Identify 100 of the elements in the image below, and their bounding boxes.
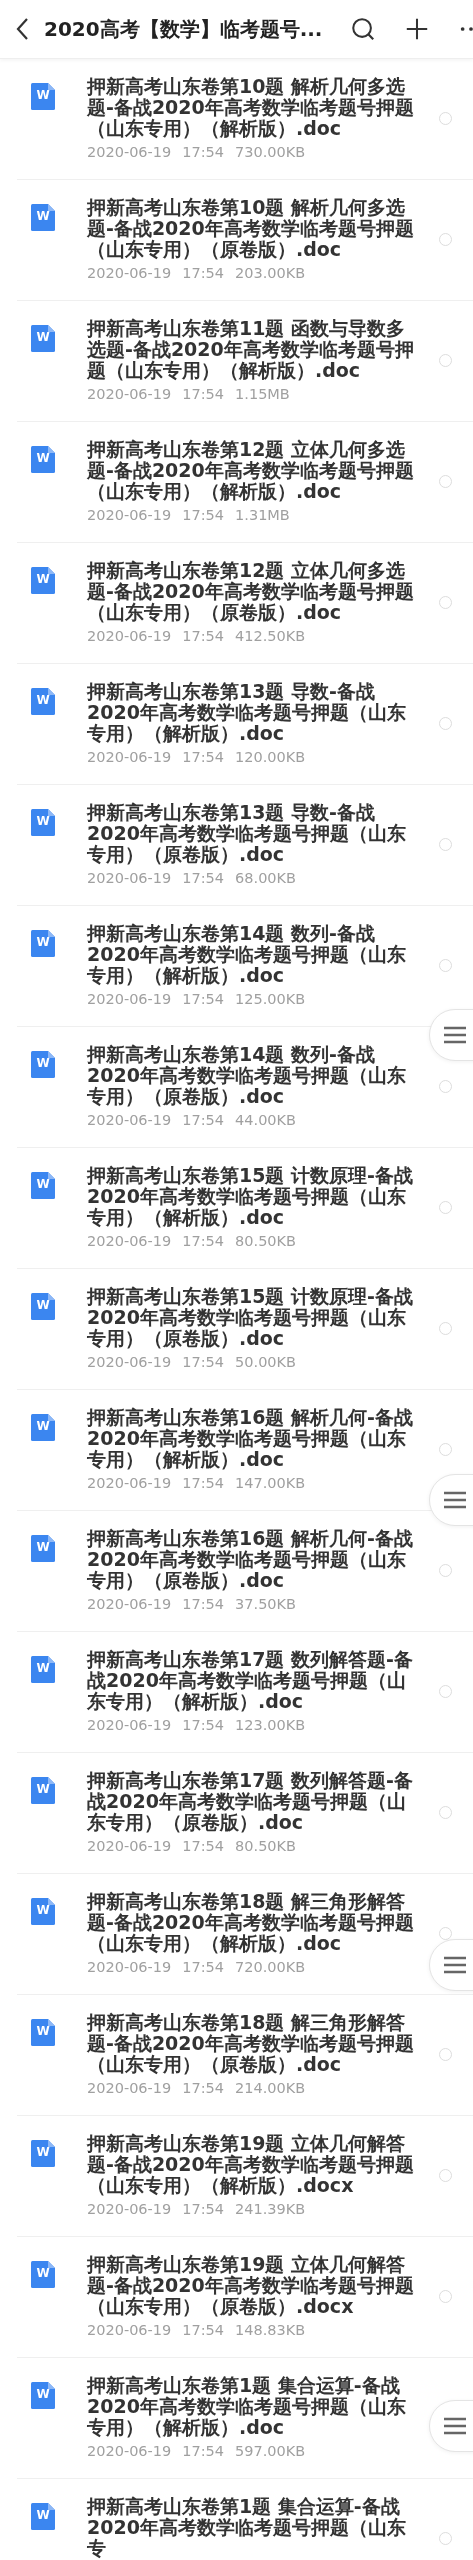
word-file-icon: W (31, 688, 55, 715)
file-time: 17:54 (182, 506, 225, 525)
file-name: 押新高考山东卷第15题 计数原理-备战2020年高考数学临考题号押题（山东专用）（原卷版）.doc (87, 1286, 414, 1349)
file-size: 1.15MB (235, 385, 290, 404)
file-row[interactable]: W 押新高考山东卷第17题 数列解答题-备战2020年高考数学临考题号押题（山东专用）（解析版）.doc 2020-06-19 17:54 123.00KB (17, 1632, 473, 1753)
menu-icon (444, 1491, 466, 1509)
file-row[interactable]: W 押新高考山东卷第13题 导数-备战2020年高考数学临考题号押题（山东专用）（解析版）.doc 2020-06-19 17:54 120.00KB (17, 664, 473, 785)
file-size: 148.83KB (235, 2321, 306, 2340)
file-size: 80.50KB (235, 1232, 297, 1251)
file-row[interactable]: W 押新高考山东卷第19题 立体几何解答题-备战2020年高考数学临考题号押题（山东专用）（原卷版）.docx 2020-06-19 17:54 148.83KB (17, 2237, 473, 2358)
file-time: 17:54 (182, 627, 225, 646)
word-file-icon: W (31, 1898, 55, 1925)
file-time: 17:54 (182, 1232, 225, 1251)
word-file-icon: W (31, 1535, 55, 1562)
file-size: 44.00KB (235, 1111, 297, 1130)
menu-button[interactable] (429, 1939, 473, 1991)
file-row[interactable]: W 押新高考山东卷第15题 计数原理-备战2020年高考数学临考题号押题（山东专用）（解析版）.doc 2020-06-19 17:54 80.50KB (17, 1148, 473, 1269)
file-name: 押新高考山东卷第18题 解三角形解答题-备战2020年高考数学临考题号押题（山东专用）（解析版）.doc (87, 1891, 415, 1954)
file-size: 214.00KB (235, 2079, 306, 2098)
file-name: 押新高考山东卷第13题 导数-备战2020年高考数学临考题号押题（山东专用）（解析版）.doc (87, 681, 407, 744)
file-row[interactable]: W 押新高考山东卷第10题 解析几何多选题-备战2020年高考数学临考题号押题（山东专用）（原卷版）.doc 2020-06-19 17:54 203.00KB (17, 180, 473, 301)
file-time: 17:54 (182, 1474, 225, 1493)
file-time: 17:54 (182, 1837, 225, 1856)
search-icon[interactable] (350, 16, 377, 42)
file-name: 押新高考山东卷第15题 计数原理-备战2020年高考数学临考题号押题（山东专用）（解析版）.doc (87, 1165, 414, 1228)
file-size: 720.00KB (235, 1958, 306, 1977)
file-date: 2020-06-19 (87, 506, 172, 525)
file-row[interactable]: W 押新高考山东卷第13题 导数-备战2020年高考数学临考题号押题（山东专用）（原卷版）.doc 2020-06-19 17:54 68.00KB (17, 785, 473, 906)
file-size: 203.00KB (235, 264, 306, 283)
file-size: 412.50KB (235, 627, 306, 646)
file-time: 17:54 (182, 1595, 225, 1614)
file-date: 2020-06-19 (87, 748, 172, 767)
word-file-icon: W (31, 1414, 55, 1441)
file-time: 17:54 (182, 1958, 225, 1977)
file-date: 2020-06-19 (87, 627, 172, 646)
file-time: 17:54 (182, 2321, 225, 2340)
file-name: 押新高考山东卷第1题 集合运算-备战2020年高考数学临考题号押题（山东专 (87, 2496, 407, 2559)
menu-icon (444, 1956, 466, 1974)
menu-button[interactable] (429, 1009, 473, 1061)
menu-button[interactable] (429, 1474, 473, 1526)
word-file-icon: W (31, 2382, 55, 2409)
file-time: 17:54 (182, 143, 225, 162)
file-size: 123.00KB (235, 1716, 306, 1735)
file-row[interactable]: W 押新高考山东卷第1题 集合运算-备战2020年高考数学临考题号押题（山东专 (17, 2479, 473, 2560)
file-date: 2020-06-19 (87, 1716, 172, 1735)
file-name: 押新高考山东卷第11题 函数与导数多选题-备战2020年高考数学临考题号押题（山东专用）（解析版）.doc (87, 318, 415, 381)
file-date: 2020-06-19 (87, 1232, 172, 1251)
file-time: 17:54 (182, 2442, 225, 2461)
file-date: 2020-06-19 (87, 2200, 172, 2219)
word-file-icon: W (31, 1777, 55, 1804)
file-date: 2020-06-19 (87, 869, 172, 888)
word-file-icon: W (31, 2503, 55, 2530)
file-name: 押新高考山东卷第10题 解析几何多选题-备战2020年高考数学临考题号押题（山东专用）（解析版）.doc (87, 76, 415, 139)
file-time: 17:54 (182, 869, 225, 888)
file-size: 68.00KB (235, 869, 297, 888)
word-file-icon: W (31, 1656, 55, 1683)
file-date: 2020-06-19 (87, 2079, 172, 2098)
file-date: 2020-06-19 (87, 264, 172, 283)
word-file-icon: W (31, 204, 55, 231)
file-time: 17:54 (182, 2200, 225, 2219)
file-date: 2020-06-19 (87, 1837, 172, 1856)
file-size: 80.50KB (235, 1837, 297, 1856)
page-title: 2020高考【数学】临考题号... (44, 15, 323, 43)
word-file-icon: W (31, 1051, 55, 1078)
file-size: 147.00KB (235, 1474, 306, 1493)
file-size: 730.00KB (235, 143, 306, 162)
file-time: 17:54 (182, 1111, 225, 1130)
file-name: 押新高考山东卷第14题 数列-备战2020年高考数学临考题号押题（山东专用）（原卷版）.doc (87, 1044, 407, 1107)
file-name: 押新高考山东卷第19题 立体几何解答题-备战2020年高考数学临考题号押题（山东专用）（解析版）.docx (87, 2133, 415, 2196)
word-file-icon: W (31, 446, 55, 473)
file-name: 押新高考山东卷第13题 导数-备战2020年高考数学临考题号押题（山东专用）（原卷版）.doc (87, 802, 407, 865)
file-size: 37.50KB (235, 1595, 297, 1614)
file-date: 2020-06-19 (87, 2442, 172, 2461)
file-time: 17:54 (182, 1353, 225, 1372)
file-date: 2020-06-19 (87, 1958, 172, 1977)
file-row[interactable]: W 押新高考山东卷第12题 立体几何多选题-备战2020年高考数学临考题号押题（山东专用）（解析版）.doc 2020-06-19 17:54 1.31MB (17, 422, 473, 543)
file-row[interactable]: W 押新高考山东卷第10题 解析几何多选题-备战2020年高考数学临考题号押题（山东专用）（解析版）.doc 2020-06-19 17:54 730.00KB (17, 59, 473, 180)
file-name: 押新高考山东卷第19题 立体几何解答题-备战2020年高考数学临考题号押题（山东专用）（原卷版）.docx (87, 2254, 415, 2317)
word-file-icon: W (31, 2019, 55, 2046)
file-size: 241.39KB (235, 2200, 306, 2219)
file-row[interactable]: W 押新高考山东卷第12题 立体几何多选题-备战2020年高考数学临考题号押题（山东专用）（原卷版）.doc 2020-06-19 17:54 412.50KB (17, 543, 473, 664)
file-row[interactable]: W 押新高考山东卷第17题 数列解答题-备战2020年高考数学临考题号押题（山东专用）（原卷版）.doc 2020-06-19 17:54 80.50KB (17, 1753, 473, 1874)
file-date: 2020-06-19 (87, 990, 172, 1009)
file-time: 17:54 (182, 2079, 225, 2098)
menu-button[interactable] (429, 2400, 473, 2452)
file-date: 2020-06-19 (87, 143, 172, 162)
file-date: 2020-06-19 (87, 2321, 172, 2340)
file-size: 1.31MB (235, 506, 290, 525)
file-row[interactable]: W 押新高考山东卷第15题 计数原理-备战2020年高考数学临考题号押题（山东专用）（原卷版）.doc 2020-06-19 17:54 50.00KB (17, 1269, 473, 1390)
file-name: 押新高考山东卷第10题 解析几何多选题-备战2020年高考数学临考题号押题（山东专用）（原卷版）.doc (87, 197, 415, 260)
file-row[interactable]: W 押新高考山东卷第19题 立体几何解答题-备战2020年高考数学临考题号押题（山东专用）（解析版）.docx 2020-06-19 17:54 241.39KB (17, 2116, 473, 2237)
menu-icon (444, 2417, 466, 2435)
file-name: 押新高考山东卷第17题 数列解答题-备战2020年高考数学临考题号押题（山东专用）（解析版）.doc (87, 1649, 414, 1712)
file-date: 2020-06-19 (87, 385, 172, 404)
file-time: 17:54 (182, 1716, 225, 1735)
file-row[interactable]: W 押新高考山东卷第11题 函数与导数多选题-备战2020年高考数学临考题号押题（山东专用）（解析版）.doc 2020-06-19 17:54 1.15MB (17, 301, 473, 422)
file-row[interactable]: W 押新高考山东卷第18题 解三角形解答题-备战2020年高考数学临考题号押题（山东专用）（原卷版）.doc 2020-06-19 17:54 214.00KB (17, 1995, 473, 2116)
file-size: 597.00KB (235, 2442, 306, 2461)
file-name: 押新高考山东卷第16题 解析几何-备战2020年高考数学临考题号押题（山东专用）（原卷版）.doc (87, 1528, 414, 1591)
file-time: 17:54 (182, 990, 225, 1009)
